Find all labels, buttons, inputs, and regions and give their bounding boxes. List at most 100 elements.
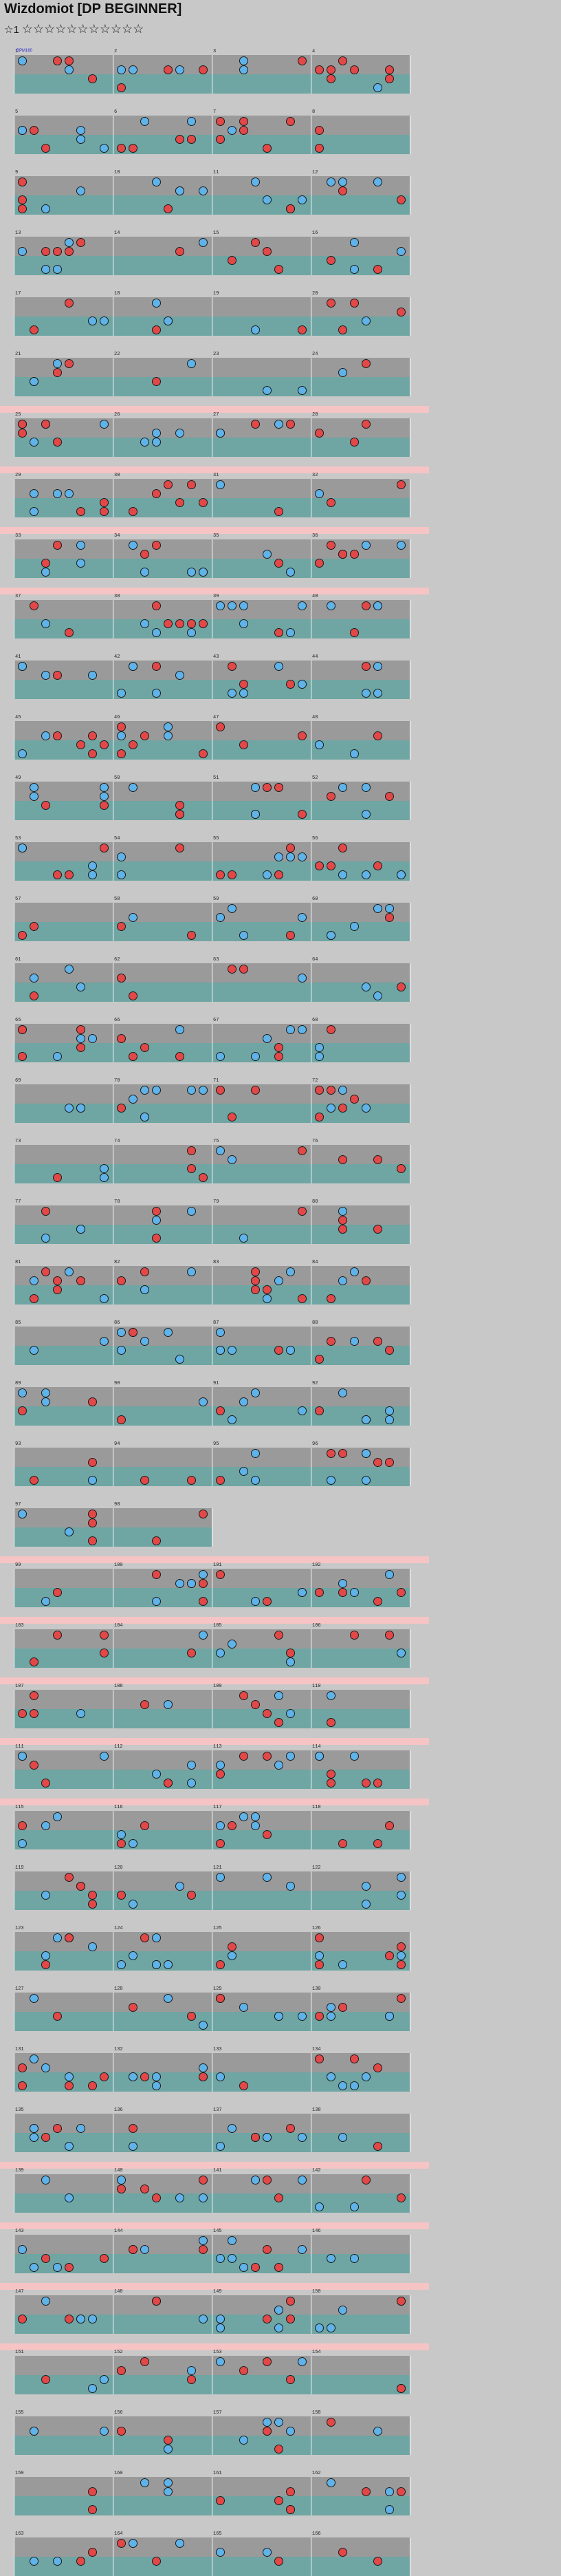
lane-2p [311,1406,410,1426]
measure [14,1629,113,1668]
note [315,1960,324,1969]
note [286,2427,295,2436]
measure [212,903,311,941]
note [338,1839,347,1848]
note [274,1276,283,1285]
note [140,2245,149,2254]
lane-1p [311,963,410,983]
note [338,1207,347,1216]
lane-2p [113,619,212,638]
lane-1p [311,842,410,861]
note [350,1752,359,1761]
note [251,1276,260,1285]
lane-2p [212,2557,311,2576]
note [18,429,27,438]
note [338,1104,347,1113]
note [286,680,295,689]
measure [14,1690,113,1728]
lane-2p [212,1467,311,1486]
lane-2p [14,1709,113,1728]
note [239,126,248,135]
note [239,965,248,974]
measure [14,842,113,881]
note [362,2487,371,2496]
note [274,265,283,274]
note [100,1631,109,1640]
note [327,1476,336,1485]
note [251,325,260,334]
lane-2p [113,256,212,275]
note [30,2124,38,2133]
measure-number: 125 [213,1926,222,1931]
note [187,628,196,637]
note [18,1388,27,1397]
note [263,1597,272,1606]
measure-number: 107 [15,1684,24,1689]
lane-1p [311,1024,410,1043]
lane-1p [14,116,113,135]
note [152,1770,161,1779]
note [362,1276,371,1285]
note [152,2081,161,2090]
note [199,1397,208,1406]
measure-number: 49 [15,775,21,781]
measure-number: 40 [312,594,318,599]
measure-number: 8 [312,109,316,115]
note [251,810,260,819]
note [216,2142,225,2151]
note [187,1267,196,1276]
measure-number: 41 [15,654,21,660]
measure-number: 153 [213,2350,222,2355]
lane-1p [113,1750,212,1770]
measure-number: 163 [15,2531,24,2537]
lane-1p [311,237,410,256]
note [53,870,62,879]
measure [14,903,113,941]
note [199,1173,208,1182]
note [362,1882,371,1891]
measure [14,1569,113,1607]
note [286,1882,295,1891]
measure [212,600,311,638]
note [263,247,272,256]
note [216,913,225,922]
lane-1p [113,1811,212,1830]
lane-2p [113,316,212,336]
note [100,740,109,749]
measure-number: 55 [213,836,219,841]
lane-2p [113,861,212,881]
lane-2p [212,1770,311,1789]
note [286,2375,295,2384]
note [274,2445,283,2454]
measure [212,237,311,275]
measure [113,903,212,941]
note [251,1052,260,1061]
measure [311,1690,410,1728]
note [41,2176,50,2185]
note [175,810,184,819]
lane-1p [14,55,113,74]
measure-number: 123 [15,1926,24,1931]
lane-2p [311,1891,410,1910]
note [373,178,382,186]
measure [311,1448,410,1486]
note [216,601,225,610]
lane-1p [212,237,311,256]
measure-number: 45 [15,715,21,720]
note [175,844,184,852]
measure [113,2477,212,2515]
lane-1p [113,237,212,256]
note [76,1276,85,1285]
lane-2p [212,2315,311,2334]
measure [212,55,311,94]
measure [113,1932,212,1971]
note [350,1631,359,1640]
note [164,316,173,325]
note [199,568,208,577]
measure-number: 97 [15,1502,21,1507]
lane-1p [14,2174,113,2193]
measure-number: 16 [312,230,318,236]
measure [14,176,113,215]
lane-1p [212,2295,311,2315]
note [100,844,109,852]
